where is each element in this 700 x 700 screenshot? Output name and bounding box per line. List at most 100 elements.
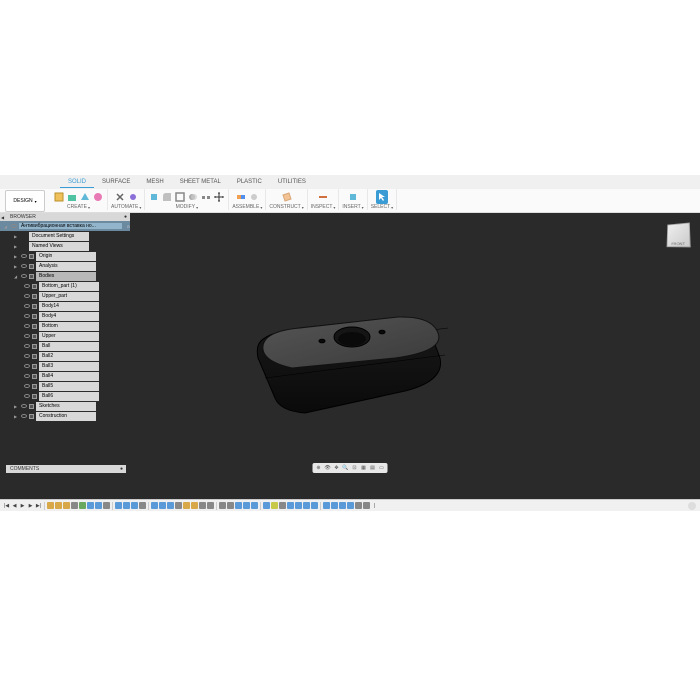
timeline-feature[interactable]	[95, 502, 102, 509]
timeline-feature[interactable]	[227, 502, 234, 509]
timeline-feature[interactable]	[323, 502, 330, 509]
tree-item-body[interactable]: Upper	[0, 331, 130, 341]
tree-item-body[interactable]: Bottom	[0, 321, 130, 331]
timeline-feature[interactable]	[339, 502, 346, 509]
toolgroup-label[interactable]: ASSEMBLE	[232, 204, 262, 210]
timeline-end-icon[interactable]: ▶|	[35, 502, 42, 509]
display-settings-icon[interactable]: ▦	[360, 464, 368, 472]
tree-item-body[interactable]: Ball3	[0, 361, 130, 371]
timeline-feature[interactable]	[331, 502, 338, 509]
timeline-feature[interactable]	[279, 502, 286, 509]
timeline-feature[interactable]	[115, 502, 122, 509]
tree-item-body[interactable]: Ball6	[0, 391, 130, 401]
move-icon[interactable]	[213, 190, 225, 204]
timeline-feature[interactable]	[207, 502, 214, 509]
new-component-icon[interactable]	[53, 190, 65, 204]
tree-item-origin[interactable]: ▶Origin	[0, 251, 130, 261]
timeline-feature[interactable]	[235, 502, 242, 509]
tree-item-construction[interactable]: ▶Construction	[0, 411, 130, 421]
timeline-feature[interactable]	[175, 502, 182, 509]
browser-header[interactable]: BROWSER	[0, 213, 130, 221]
joint-icon[interactable]	[235, 190, 247, 204]
fillet-icon[interactable]	[161, 190, 173, 204]
timeline-feature[interactable]	[167, 502, 174, 509]
tree-item-body[interactable]: Body4	[0, 311, 130, 321]
tree-item-body[interactable]: Upper_part	[0, 291, 130, 301]
timeline-feature[interactable]	[243, 502, 250, 509]
fit-icon[interactable]: ⊡	[351, 464, 359, 472]
timeline-feature[interactable]	[87, 502, 94, 509]
zoom-icon[interactable]: 🔍	[342, 464, 350, 472]
timeline-feature[interactable]	[131, 502, 138, 509]
tab-utilities[interactable]: UTILITIES	[270, 177, 314, 187]
plane-icon[interactable]	[281, 190, 293, 204]
timeline-marker[interactable]: |	[371, 502, 378, 509]
tree-item-bodies[interactable]: ◢Bodies	[0, 271, 130, 281]
revolve-icon[interactable]	[92, 190, 104, 204]
viewport-icon[interactable]: ▭	[378, 464, 386, 472]
timeline-prev-icon[interactable]: ◀	[11, 502, 18, 509]
comments-header[interactable]: COMMENTS	[6, 465, 126, 473]
timeline-settings-icon[interactable]	[688, 502, 696, 510]
toolgroup-label[interactable]: INSPECT	[311, 204, 336, 210]
grid-icon[interactable]: ▤	[369, 464, 377, 472]
timeline-play-icon[interactable]: ▶	[19, 502, 26, 509]
viewcube[interactable]: FRONT	[667, 222, 691, 247]
tab-surface[interactable]: SURFACE	[94, 177, 138, 187]
timeline-feature[interactable]	[139, 502, 146, 509]
timeline-feature[interactable]	[251, 502, 258, 509]
timeline-feature[interactable]	[159, 502, 166, 509]
timeline-feature[interactable]	[55, 502, 62, 509]
tree-item-body[interactable]: Ball4	[0, 371, 130, 381]
tree-item-analysis[interactable]: ▶Analysis	[0, 261, 130, 271]
timeline-feature[interactable]	[71, 502, 78, 509]
toolgroup-label[interactable]: MODIFY	[176, 204, 198, 210]
combine-icon[interactable]	[187, 190, 199, 204]
timeline-feature[interactable]	[191, 502, 198, 509]
tree-item-body[interactable]: Ball2	[0, 351, 130, 361]
toolgroup-label[interactable]: CREATE	[67, 204, 90, 210]
insert-icon[interactable]	[347, 190, 359, 204]
tree-item-doc-settings[interactable]: ▶Document Settings	[0, 231, 130, 241]
pan-icon[interactable]: ✥	[333, 464, 341, 472]
tree-item-body[interactable]: Ball	[0, 341, 130, 351]
timeline-feature[interactable]	[363, 502, 370, 509]
presspull-icon[interactable]	[148, 190, 160, 204]
timeline-feature[interactable]	[311, 502, 318, 509]
timeline-feature[interactable]	[79, 502, 86, 509]
tree-item-body[interactable]: Body14	[0, 301, 130, 311]
select-icon[interactable]	[376, 190, 388, 204]
scissors-icon[interactable]	[114, 190, 126, 204]
toolgroup-label[interactable]: INSERT	[342, 204, 363, 210]
timeline-feature[interactable]	[103, 502, 110, 509]
timeline-feature[interactable]	[347, 502, 354, 509]
timeline-start-icon[interactable]: |◀	[3, 502, 10, 509]
timeline-feature[interactable]	[123, 502, 130, 509]
tab-solid[interactable]: SOLID	[60, 177, 94, 188]
tree-item-body[interactable]: Ball5	[0, 381, 130, 391]
measure-icon[interactable]	[317, 190, 329, 204]
look-icon[interactable]: 👁	[324, 464, 332, 472]
timeline-feature[interactable]	[355, 502, 362, 509]
toolgroup-label[interactable]: SELECT	[371, 204, 393, 210]
timeline-feature[interactable]	[63, 502, 70, 509]
tree-item-body[interactable]: Bottom_part (1)	[0, 281, 130, 291]
timeline-feature[interactable]	[295, 502, 302, 509]
design-workspace-button[interactable]: DESIGN	[5, 190, 45, 212]
toolgroup-label[interactable]: AUTOMATE	[111, 204, 141, 210]
sketch-icon[interactable]	[66, 190, 78, 204]
tree-root[interactable]: ◢Антивибрационная вставка но...⊙	[0, 221, 130, 231]
tree-item-sketches[interactable]: ▶Sketches	[0, 401, 130, 411]
timeline-feature[interactable]	[303, 502, 310, 509]
timeline-feature[interactable]	[199, 502, 206, 509]
asbuilt-joint-icon[interactable]	[248, 190, 260, 204]
extrude-icon[interactable]	[79, 190, 91, 204]
shell-icon[interactable]	[174, 190, 186, 204]
timeline-feature[interactable]	[183, 502, 190, 509]
toolgroup-label[interactable]: CONSTRUCT	[269, 204, 303, 210]
orbit-icon[interactable]: ⊕	[315, 464, 323, 472]
timeline-feature[interactable]	[47, 502, 54, 509]
timeline-feature[interactable]	[271, 502, 278, 509]
automate-icon[interactable]	[127, 190, 139, 204]
tab-sheetmetal[interactable]: SHEET METAL	[172, 177, 229, 187]
